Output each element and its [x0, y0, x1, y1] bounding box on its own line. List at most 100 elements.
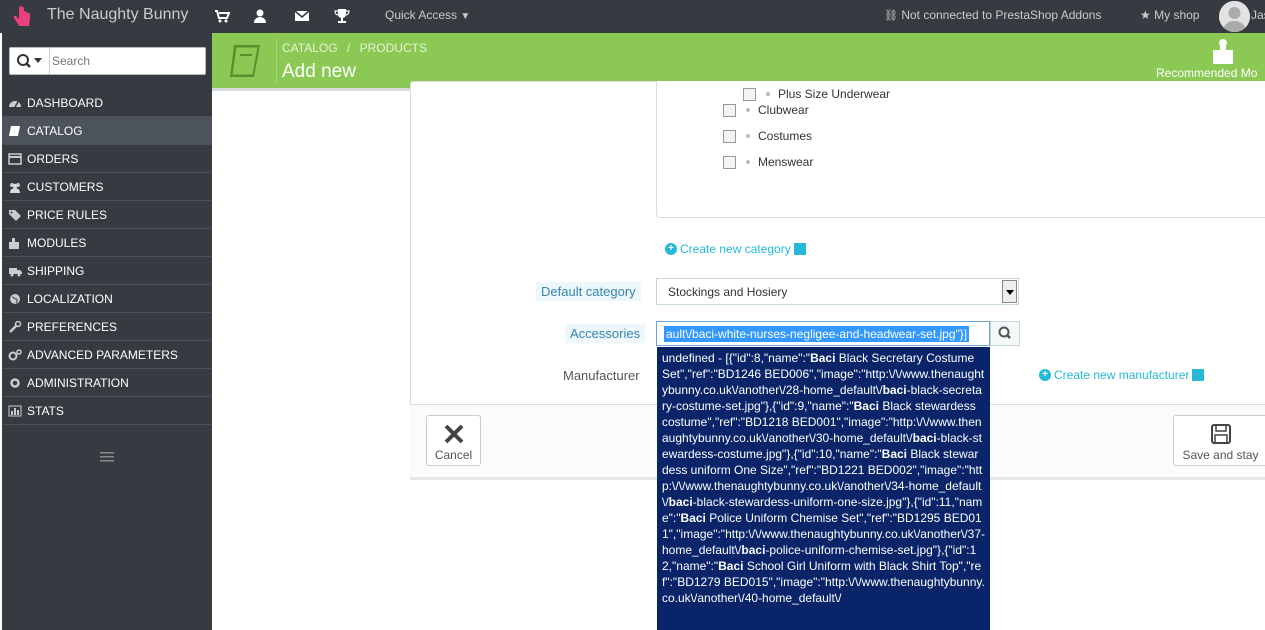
autocomplete-match: baci	[668, 495, 693, 509]
tree-item[interactable]: Plus Size Underwear	[743, 86, 890, 102]
puzzle-icon	[9, 237, 19, 249]
users-icon	[10, 182, 20, 193]
cart-icon[interactable]	[214, 8, 230, 24]
sidebar-item-label: LOCALIZATION	[27, 291, 113, 306]
accessories-search-button[interactable]	[990, 321, 1020, 346]
trophy-icon[interactable]	[334, 8, 350, 24]
truck-icon	[9, 267, 22, 276]
cancel-button[interactable]: Cancel	[426, 415, 481, 466]
addons-status-label: Not connected to PrestaShop Addons	[901, 8, 1102, 22]
external-link-icon	[793, 243, 806, 255]
autocomplete-match: Baci	[680, 511, 706, 525]
search-type-toggle[interactable]	[10, 48, 50, 74]
recommended-modules-button[interactable]: Recommended Mo	[1156, 66, 1257, 80]
category-checkbox[interactable]	[743, 87, 756, 101]
my-shop-label: My shop	[1154, 8, 1200, 22]
avatar-silhouette-icon	[1219, 1, 1250, 32]
sidebar-item-label: ORDERS	[27, 151, 79, 166]
username[interactable]: Jas	[1251, 8, 1265, 22]
tree-item[interactable]: Menswear	[723, 154, 813, 170]
sidebar-item-label: CATALOG	[27, 123, 83, 138]
sidebar-item-modules[interactable]: MODULES	[2, 229, 212, 257]
sidebar-item-label: PREFERENCES	[27, 319, 118, 334]
envelope-icon[interactable]	[294, 8, 310, 24]
sidebar-item-label: STATS	[27, 403, 64, 418]
category-checkbox[interactable]	[723, 129, 736, 143]
dropdown-arrow-icon[interactable]	[1002, 280, 1017, 303]
tree-item-label: Plus Size Underwear	[778, 87, 891, 101]
save-and-stay-button[interactable]: Save and stay	[1173, 415, 1265, 466]
bullet-icon	[766, 92, 770, 96]
sidebar-item-shipping[interactable]: SHIPPING	[2, 257, 212, 285]
sidebar-item-stats[interactable]: STATS	[2, 397, 212, 425]
sidebar-item-administration[interactable]: ADMINISTRATION	[2, 369, 212, 397]
sidebar-item-label: CUSTOMERS	[27, 179, 104, 194]
tree-item[interactable]: Clubwear	[723, 102, 809, 118]
sidebar-item-customers[interactable]: CUSTOMERS	[2, 173, 212, 201]
quick-access-label: Quick Access	[385, 8, 458, 22]
puzzle-icon[interactable]	[1209, 38, 1237, 66]
search-input[interactable]	[52, 51, 202, 71]
chain-broken-icon: ⛓	[884, 10, 898, 22]
bar-chart-icon	[8, 405, 22, 416]
accessories-label: Accessories	[565, 324, 646, 343]
category-checkbox[interactable]	[723, 103, 736, 117]
default-category-select[interactable]: Stockings and Hosiery	[656, 278, 1019, 305]
autocomplete-match: Baci	[853, 399, 879, 413]
tree-item-label: Clubwear	[758, 103, 809, 117]
create-manufacturer-link[interactable]: + Create new manufacturer	[1039, 368, 1205, 382]
sidebar-item-label: PRICE RULES	[27, 207, 108, 222]
avatar[interactable]	[1219, 1, 1250, 32]
sidebar-item-label: ADMINISTRATION	[27, 375, 129, 390]
plus-circle-icon: +	[1039, 369, 1051, 381]
autocomplete-match: baci	[912, 431, 937, 445]
sidebar-menu: DASHBOARD CATALOG ORDERS CUSTOMERS PRICE…	[2, 89, 212, 425]
caret-down-icon: ▼	[460, 11, 471, 22]
sidebar-item-advanced-parameters[interactable]: ADVANCED PARAMETERS	[2, 341, 212, 369]
tags-icon	[9, 209, 21, 221]
shop-name[interactable]: The Naughty Bunny	[47, 6, 188, 24]
breadcrumb: CATALOG / PRODUCTS	[282, 41, 427, 55]
search-icon	[998, 326, 1011, 339]
breadcrumb-separator: /	[346, 41, 351, 55]
sidebar-item-localization[interactable]: LOCALIZATION	[2, 285, 212, 313]
sidebar-item-dashboard[interactable]: DASHBOARD	[2, 89, 212, 117]
sidebar-item-orders[interactable]: ORDERS	[2, 145, 212, 173]
page-title: Add new	[282, 61, 356, 82]
close-icon	[444, 424, 463, 444]
sidebar-item-preferences[interactable]: PREFERENCES	[2, 313, 212, 341]
bullet-icon	[746, 108, 750, 112]
category-checkbox[interactable]	[723, 155, 736, 169]
manufacturer-label: Manufacturer	[563, 368, 640, 383]
cog-icon	[10, 377, 20, 388]
addons-status-link[interactable]: ⛓ Not connected to PrestaShop Addons	[884, 8, 1101, 22]
sidebar-item-label: MODULES	[27, 235, 87, 250]
sidebar-item-price-rules[interactable]: PRICE RULES	[2, 201, 212, 229]
hand-pointer-logo-icon[interactable]	[8, 4, 36, 30]
category-tree: Plus Size Underwear Clubwear Costumes Me…	[656, 81, 1265, 218]
floppy-disk-icon	[1210, 424, 1231, 444]
cancel-label: Cancel	[434, 448, 473, 462]
quick-access-menu[interactable]: Quick Access ▼	[385, 8, 470, 22]
sidebar-item-catalog[interactable]: CATALOG	[2, 117, 212, 145]
dashboard-icon	[9, 100, 21, 107]
sidebar-item-label: ADVANCED PARAMETERS	[27, 347, 178, 362]
header-divider	[276, 39, 277, 83]
accessories-selected-text: ault\/baci-white-nurses-negligee-and-hea…	[664, 326, 970, 342]
create-category-link[interactable]: + Create new category	[665, 242, 806, 256]
external-link-icon	[1192, 369, 1205, 381]
sidebar-item-label: DASHBOARD	[27, 95, 104, 110]
accessories-input[interactable]: ault\/baci-white-nurses-negligee-and-hea…	[656, 321, 990, 346]
my-shop-link[interactable]: ★ My shop	[1140, 8, 1199, 22]
tree-item-label: Costumes	[758, 129, 813, 143]
collapse-menu-icon[interactable]	[100, 451, 114, 463]
autocomplete-match: baci	[741, 543, 766, 557]
user-icon[interactable]	[252, 8, 268, 24]
breadcrumb-products[interactable]: PRODUCTS	[360, 41, 427, 55]
tree-item[interactable]: Costumes	[723, 128, 812, 144]
plus-circle-icon: +	[665, 243, 677, 255]
autocomplete-match: baci	[882, 383, 907, 397]
accessories-autocomplete-dropdown[interactable]: undefined - [{"id":8,"name":"Baci Black …	[657, 347, 990, 630]
default-category-label: Default category	[536, 282, 641, 301]
breadcrumb-catalog[interactable]: CATALOG	[282, 41, 338, 55]
